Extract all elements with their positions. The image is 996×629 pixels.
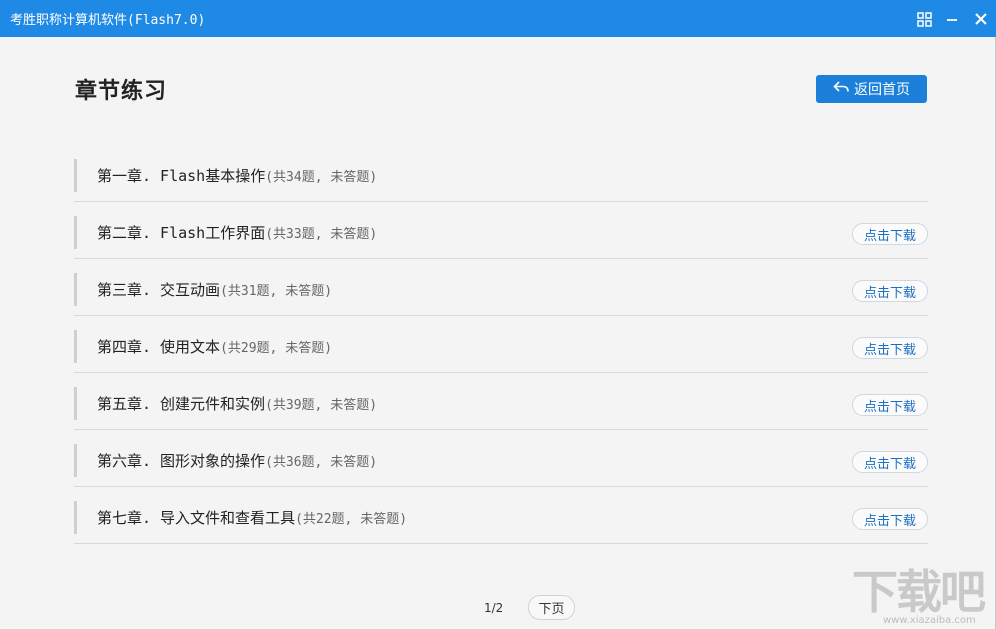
chapter-meta: (共33题, 未答题)	[265, 227, 378, 242]
page-title: 章节练习	[75, 78, 168, 104]
chapter-meta: (共29题, 未答题)	[220, 341, 333, 356]
chapter-meta: (共36题, 未答题)	[265, 455, 378, 470]
chapter-meta: (共22题, 未答题)	[295, 512, 408, 527]
window-title: 考胜职称计算机软件(Flash7.0)	[10, 13, 206, 28]
chapter-row[interactable]: 第六章. 图形对象的操作(共36题, 未答题) 点击下载	[74, 430, 928, 487]
download-button[interactable]: 点击下载	[852, 223, 928, 245]
minimize-icon[interactable]	[941, 8, 963, 30]
chapter-row[interactable]: 第四章. 使用文本(共29题, 未答题) 点击下载	[74, 316, 928, 373]
download-button[interactable]: 点击下载	[852, 337, 928, 359]
return-arrow-icon	[833, 80, 850, 98]
grid-icon[interactable]	[913, 8, 935, 30]
chapter-list: 第一章. Flash基本操作(共34题, 未答题) 第二章. Flash工作界面…	[74, 145, 928, 544]
download-button[interactable]: 点击下载	[852, 508, 928, 530]
next-page-button[interactable]: 下页	[528, 595, 575, 620]
row-accent-bar	[74, 444, 77, 477]
chapter-title[interactable]: 第一章. Flash基本操作(共34题, 未答题)	[97, 165, 377, 186]
chapter-row[interactable]: 第七章. 导入文件和查看工具(共22题, 未答题) 点击下载	[74, 487, 928, 544]
main-content: 章节练习 返回首页 第一章. Flash基本操作(共34题, 未答题) 第二章.…	[0, 37, 996, 629]
chapter-row[interactable]: 第一章. Flash基本操作(共34题, 未答题)	[74, 145, 928, 202]
chapter-row[interactable]: 第五章. 创建元件和实例(共39题, 未答题) 点击下载	[74, 373, 928, 430]
row-accent-bar	[74, 501, 77, 534]
row-accent-bar	[74, 159, 77, 192]
close-icon[interactable]	[970, 8, 992, 30]
row-accent-bar	[74, 216, 77, 249]
watermark-url: www.xiazaiba.com	[883, 615, 976, 626]
download-button[interactable]: 点击下载	[852, 280, 928, 302]
chapter-meta: (共34题, 未答题)	[265, 170, 378, 185]
title-bar: 考胜职称计算机软件(Flash7.0)	[0, 0, 996, 37]
chapter-meta: (共31题, 未答题)	[220, 284, 333, 299]
chapter-title[interactable]: 第三章. 交互动画(共31题, 未答题)	[97, 279, 332, 300]
chapter-title[interactable]: 第二章. Flash工作界面(共33题, 未答题)	[97, 222, 377, 243]
download-button[interactable]: 点击下载	[852, 451, 928, 473]
download-button[interactable]: 点击下载	[852, 394, 928, 416]
chapter-row[interactable]: 第二章. Flash工作界面(共33题, 未答题) 点击下载	[74, 202, 928, 259]
chapter-title[interactable]: 第六章. 图形对象的操作(共36题, 未答题)	[97, 450, 377, 471]
chapter-title[interactable]: 第四章. 使用文本(共29题, 未答题)	[97, 336, 332, 357]
chapter-title[interactable]: 第七章. 导入文件和查看工具(共22题, 未答题)	[97, 507, 407, 528]
row-accent-bar	[74, 273, 77, 306]
chapter-title[interactable]: 第五章. 创建元件和实例(共39题, 未答题)	[97, 393, 377, 414]
home-button[interactable]: 返回首页	[816, 75, 927, 103]
home-button-label: 返回首页	[854, 82, 910, 98]
row-accent-bar	[74, 387, 77, 420]
chapter-row[interactable]: 第三章. 交互动画(共31题, 未答题) 点击下载	[74, 259, 928, 316]
row-accent-bar	[74, 330, 77, 363]
page-indicator: 1/2	[484, 601, 504, 615]
chapter-meta: (共39题, 未答题)	[265, 398, 378, 413]
